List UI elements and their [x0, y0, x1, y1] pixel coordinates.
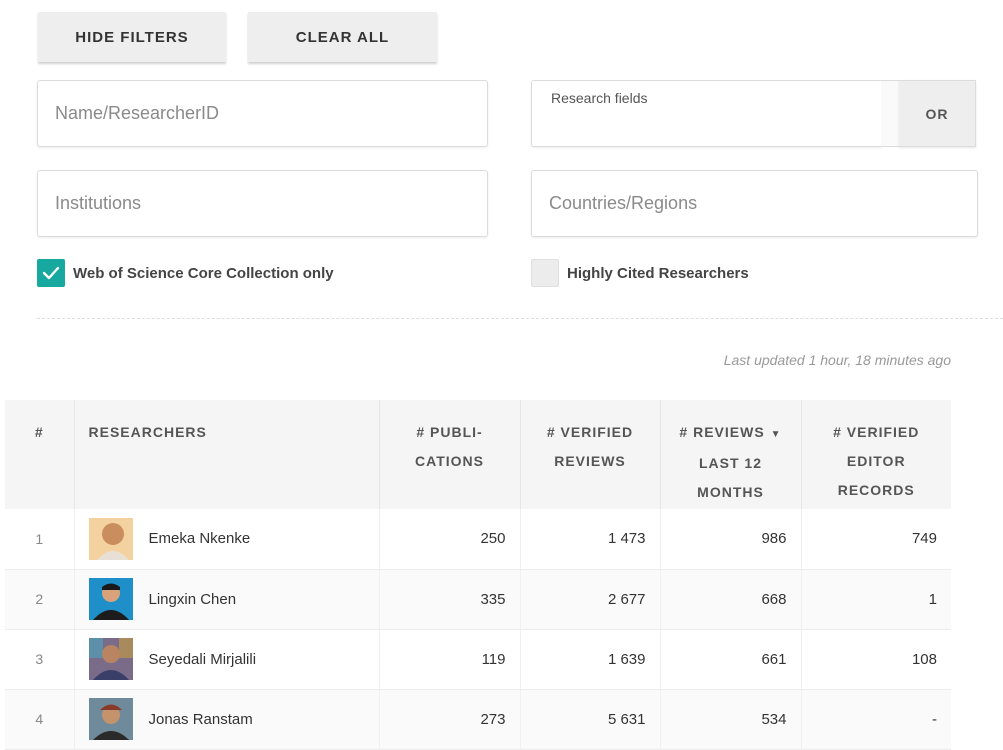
highly-cited-label: Highly Cited Researchers — [567, 264, 749, 282]
publications-cell: 250 — [379, 509, 521, 570]
wos-core-collection-checkbox[interactable] — [37, 259, 65, 287]
countries-regions-input[interactable] — [532, 171, 977, 236]
verified-reviews-cell: 1 639 — [520, 629, 661, 690]
researchers-table: # RESEARCHERS # PUBLI- CATIONS # VERIFIE… — [5, 400, 951, 750]
index-column-header: # — [5, 400, 75, 509]
researcher-name-link[interactable]: Jonas Ranstam — [149, 711, 253, 728]
row-index: 3 — [5, 629, 75, 690]
wos-core-collection-label: Web of Science Core Collection only — [73, 264, 334, 282]
header-line: # PUBLI- — [416, 424, 483, 440]
filters-divider — [37, 318, 1003, 319]
header-line: LAST 12 — [698, 455, 762, 471]
researcher-cell: Seyedali Mirjalili — [74, 629, 380, 690]
research-fields-separator — [881, 80, 899, 147]
header-line-text: # REVIEWS — [679, 424, 765, 440]
publications-cell: 335 — [379, 569, 521, 630]
researcher-name-link[interactable]: Seyedali Mirjalili — [149, 651, 257, 668]
highly-cited-checkbox[interactable] — [531, 259, 559, 287]
row-index: 1 — [5, 509, 75, 570]
reviews-last-12-months-column-header[interactable]: # REVIEWS ▼ LAST 12 MONTHS — [660, 400, 802, 509]
publications-cell: 119 — [379, 629, 521, 690]
reviews-12m-cell: 534 — [660, 689, 802, 750]
reviews-12m-cell: 986 — [660, 509, 802, 570]
institutions-input[interactable] — [38, 171, 487, 236]
header-line: # VERIFIED — [833, 424, 920, 440]
header-line: # VERIFIED — [546, 424, 634, 440]
or-toggle-button[interactable]: OR — [899, 80, 976, 147]
table-row: 3 Seyedali Mirjalili 119 1 639 661 108 — [5, 629, 951, 690]
row-index: 2 — [5, 569, 75, 630]
institutions-field[interactable] — [37, 170, 488, 237]
verified-reviews-cell: 1 473 — [520, 509, 661, 570]
avatar-lingxin-icon — [88, 578, 133, 620]
researcher-cell: Emeka Nkenke — [74, 509, 380, 570]
header-line: REVIEWS — [554, 453, 626, 469]
avatar[interactable] — [88, 578, 133, 620]
table-row: 2 Lingxin Chen 335 2 677 668 1 — [5, 569, 951, 630]
avatar[interactable] — [88, 517, 133, 560]
checkmark-icon — [42, 266, 60, 280]
publications-column-header[interactable]: # PUBLI- CATIONS — [379, 400, 521, 509]
row-index: 4 — [5, 689, 75, 750]
publications-cell: 273 — [379, 689, 521, 750]
wos-core-collection-filter[interactable]: Web of Science Core Collection only — [37, 259, 334, 287]
verified-reviews-cell: 2 677 — [520, 569, 661, 630]
editor-records-cell: 108 — [801, 629, 951, 690]
verified-reviews-column-header[interactable]: # VERIFIED REVIEWS — [520, 400, 661, 509]
avatar-jonas-icon — [88, 698, 133, 740]
researcher-name-link[interactable]: Emeka Nkenke — [149, 530, 251, 547]
table-row: 4 Jonas Ranstam 273 5 631 534 - — [5, 689, 951, 750]
header-line: MONTHS — [697, 484, 764, 500]
highly-cited-filter[interactable]: Highly Cited Researchers — [531, 259, 749, 287]
researcher-cell: Jonas Ranstam — [74, 689, 380, 750]
avatar-seyedali-icon — [88, 638, 133, 680]
header-line: CATIONS — [415, 453, 484, 469]
editor-records-column-header[interactable]: # VERIFIED EDITOR RECORDS — [801, 400, 951, 509]
last-updated-text: Last updated 1 hour, 18 minutes ago — [723, 352, 951, 368]
name-researcherid-input[interactable] — [38, 81, 487, 146]
hide-filters-button[interactable]: HIDE FILTERS — [38, 12, 226, 62]
researcher-cell: Lingxin Chen — [74, 569, 380, 630]
research-fields-field[interactable]: Research fields — [531, 80, 882, 147]
editor-records-cell: 1 — [801, 569, 951, 630]
name-researcherid-field[interactable] — [37, 80, 488, 147]
researchers-column-header[interactable]: RESEARCHERS — [74, 400, 380, 509]
reviews-12m-cell: 668 — [660, 569, 802, 630]
avatar-emeka-icon — [88, 517, 133, 560]
avatar[interactable] — [88, 638, 133, 680]
header-line: RECORDS — [837, 482, 915, 498]
research-fields-label: Research fields — [551, 90, 648, 106]
verified-reviews-cell: 5 631 — [520, 689, 661, 750]
table-row: 1 Emeka Nkenke 250 1 473 986 749 — [5, 509, 951, 570]
header-line: # REVIEWS ▼ — [675, 418, 787, 449]
clear-all-button[interactable]: CLEAR ALL — [248, 12, 437, 62]
countries-regions-field[interactable] — [531, 170, 978, 237]
editor-records-cell: 749 — [801, 509, 951, 570]
sort-descending-icon: ▼ — [770, 429, 782, 440]
reviews-12m-cell: 661 — [660, 629, 802, 690]
researcher-name-link[interactable]: Lingxin Chen — [149, 591, 237, 608]
editor-records-cell: - — [801, 689, 951, 750]
header-line: EDITOR — [846, 453, 906, 469]
table-header-row: # RESEARCHERS # PUBLI- CATIONS # VERIFIE… — [5, 400, 951, 509]
avatar[interactable] — [88, 698, 133, 740]
